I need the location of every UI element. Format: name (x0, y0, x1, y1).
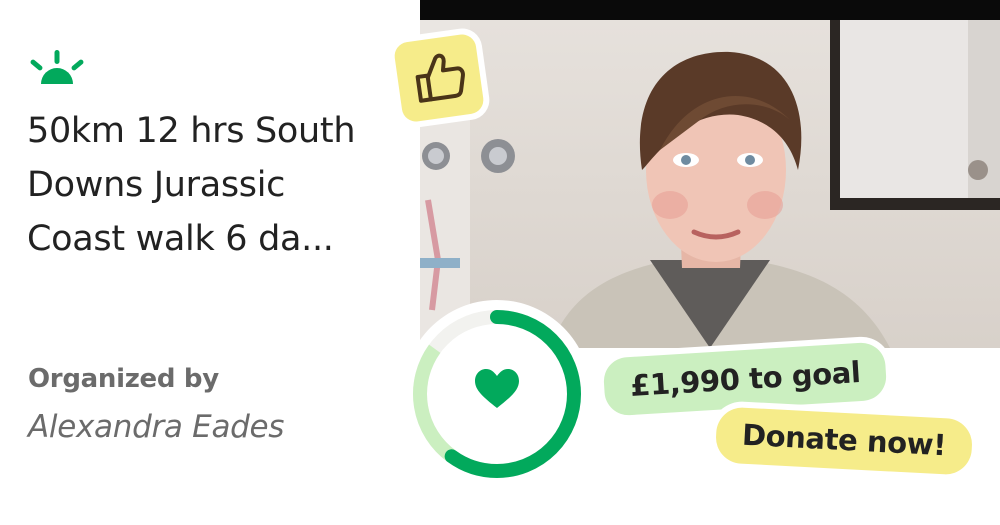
campaign-title-line: 50km 12 hrs South (27, 111, 356, 151)
progress-ring-graphic (413, 310, 581, 478)
organized-by-label: Organized by (28, 364, 219, 394)
campaign-video[interactable] (420, 0, 1000, 348)
campaign-title: 50km 12 hrs South Downs Jurassic Coast w… (27, 104, 417, 266)
organizer-photo (420, 20, 1000, 348)
thumbs-up-badge (392, 32, 486, 124)
heart-icon (475, 369, 519, 408)
funding-progress-ring (403, 300, 591, 488)
campaign-info-panel: 50km 12 hrs South Downs Jurassic Coast w… (0, 0, 420, 525)
video-letterbox (420, 0, 1000, 20)
campaign-title-line: Downs Jurassic (27, 165, 286, 205)
thumbs-up-icon (415, 53, 465, 103)
remaining-to-goal-badge: £1,990 to goal (602, 341, 888, 417)
donate-now-button[interactable]: Donate now! (714, 406, 974, 476)
campaign-title-line: Coast walk 6 da... (27, 219, 334, 259)
sunrise-logo-icon (30, 50, 84, 84)
organizer-name: Alexandra Eades (28, 409, 285, 445)
